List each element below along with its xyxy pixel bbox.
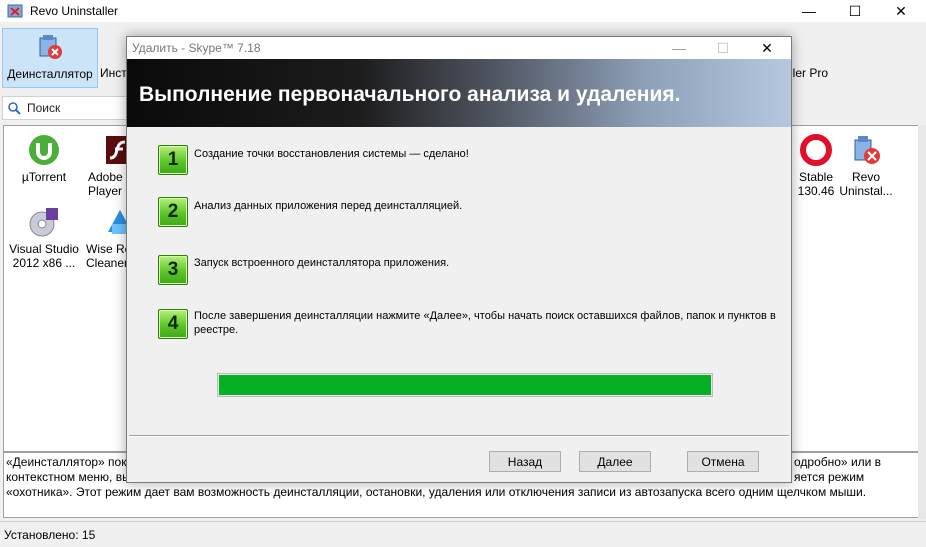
cancel-button[interactable]: Отмена	[687, 451, 759, 472]
progress-bar	[217, 373, 713, 397]
description-line: «Деинсталлятор» показ	[6, 455, 139, 469]
dialog-minimize-button[interactable]: —	[657, 37, 701, 59]
next-button[interactable]: Далее	[579, 451, 651, 472]
visual-studio-icon	[29, 208, 58, 237]
progress-fill	[219, 375, 711, 395]
search-icon	[8, 102, 21, 115]
step-number-badge: 3	[158, 255, 188, 285]
description-line: яется режим	[794, 470, 865, 484]
dialog-title: Удалить - Skype™ 7.18	[132, 41, 261, 55]
tool-uninstaller-button[interactable]: Деинсталлятор	[2, 28, 98, 88]
installed-count: Установлено: 15	[4, 528, 96, 542]
app-label: µTorrent	[21, 170, 67, 184]
app-tile[interactable]: Revo Uninstal...	[828, 130, 904, 202]
minimize-button[interactable]: —	[786, 0, 832, 22]
step-number-badge: 2	[158, 197, 188, 227]
main-title-bar: Revo Uninstaller — ☐ ✕	[0, 0, 926, 22]
uninstall-dialog: Удалить - Skype™ 7.18 — ☐ ✕ Выполнение п…	[126, 36, 792, 483]
scrollbar[interactable]	[918, 125, 926, 519]
app-label: Visual Studio 2012 x86 ...	[9, 242, 79, 270]
step-text: Анализ данных приложения перед деинсталл…	[194, 200, 463, 212]
utorrent-icon	[29, 135, 59, 165]
search-input[interactable]	[25, 99, 139, 117]
dialog-separator	[129, 435, 789, 437]
step-number-badge: 1	[158, 145, 188, 175]
dialog-close-button[interactable]: ✕	[745, 37, 789, 59]
status-bar: Установлено: 15	[0, 521, 926, 547]
step-text: Запуск встроенного деинсталлятора прилож…	[194, 257, 450, 269]
step-number-badge: 4	[158, 309, 188, 339]
description-line: контекстном меню, вы м	[6, 470, 143, 484]
tool-pro-label: ller Pro	[790, 66, 829, 80]
close-button[interactable]: ✕	[878, 0, 924, 22]
dialog-maximize-button[interactable]: ☐	[701, 37, 745, 59]
description-line: «охотника». Этот режим дает вам возможно…	[6, 485, 867, 499]
search-box	[2, 96, 144, 120]
tool-pro-button[interactable]: ller Pro	[790, 28, 836, 86]
step-text: После завершения деинсталляции нажмите «…	[194, 310, 776, 336]
tool-uninstaller-label: Деинсталлятор	[7, 67, 93, 81]
app-label: Revo Uninstal...	[839, 170, 893, 198]
app-tile[interactable]: Visual Studio 2012 x86 ...	[6, 202, 82, 274]
maximize-button[interactable]: ☐	[832, 0, 878, 22]
dialog-title-bar: Удалить - Skype™ 7.18 — ☐ ✕	[127, 37, 791, 59]
dialog-banner: Выполнение первоначального анализа и уда…	[127, 59, 791, 127]
revo-app-icon	[7, 4, 23, 18]
step-text: Создание точки восстановления системы — …	[194, 148, 469, 160]
revo-icon	[854, 136, 880, 164]
uninstaller-icon	[39, 35, 62, 59]
main-window-title: Revo Uninstaller	[30, 4, 119, 18]
description-line: одробно» или в	[794, 455, 882, 469]
back-button[interactable]: Назад	[489, 451, 561, 472]
app-tile[interactable]: µTorrent	[6, 130, 82, 202]
dialog-heading: Выполнение первоначального анализа и уда…	[139, 83, 681, 106]
